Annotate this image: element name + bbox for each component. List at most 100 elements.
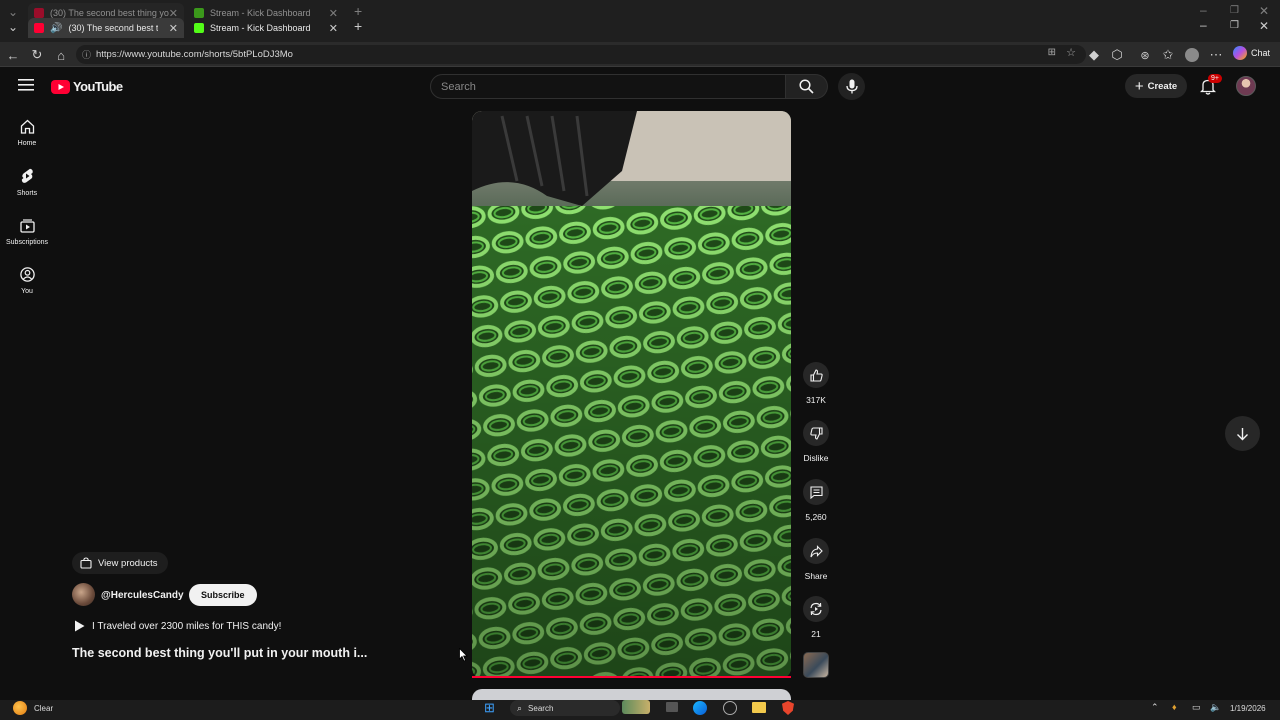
channel-avatar[interactable] — [72, 583, 95, 606]
sidebar-item-subscriptions[interactable]: Subscriptions — [0, 218, 54, 246]
tab-title: (30) The second best thing yo — [68, 23, 159, 33]
chevron-up-icon[interactable]: ⌃ — [1151, 702, 1159, 713]
windows-taskbar: Clear ⊞ ⌕ Search ⌃ ♦ ▭ 🔈 1/19/2026 — [0, 700, 1280, 720]
close-icon[interactable]: ✕ — [169, 22, 178, 35]
close-window-icon[interactable]: ✕ — [1259, 19, 1269, 33]
favorite-star-icon[interactable]: ☆ — [1066, 46, 1076, 59]
site-info-icon[interactable]: ⓘ — [82, 48, 91, 61]
restore-icon[interactable]: ❐ — [1230, 20, 1239, 31]
sidebar-item-you[interactable]: You — [0, 267, 54, 295]
copilot-chat-button[interactable]: Chat — [1233, 46, 1270, 60]
thumbs-down-icon — [809, 426, 823, 440]
tab-title: Stream - Kick Dashboard — [210, 23, 311, 33]
youtube-favicon-icon — [34, 8, 44, 18]
voice-search-button[interactable] — [838, 73, 865, 100]
file-explorer-icon[interactable] — [752, 702, 766, 713]
microphone-icon — [845, 79, 858, 94]
dislike-label: Dislike — [803, 453, 829, 463]
favorites-icon[interactable]: ✩ — [1159, 46, 1177, 64]
home-browser-icon[interactable]: ⌂ — [52, 46, 70, 64]
remix-button[interactable] — [803, 596, 829, 622]
sidebar-item-label: Home — [17, 140, 37, 147]
tab-actions-icon[interactable]: ⌄ — [8, 20, 18, 34]
share-label: Share — [804, 571, 828, 581]
search-button[interactable] — [786, 74, 828, 99]
tab-youtube[interactable]: 🔊 (30) The second best thing yo ✕ — [28, 18, 184, 38]
youtube-logo-icon — [51, 79, 70, 94]
tray-app-icon[interactable]: ♦ — [1172, 702, 1177, 712]
logo-text: YouTube — [73, 79, 123, 94]
sound-thumbnail[interactable] — [803, 652, 829, 678]
linked-video-title: I Traveled over 2300 miles for THIS cand… — [92, 620, 282, 632]
app-available-icon[interactable]: ⊞ — [1048, 47, 1056, 58]
new-tab-icon[interactable]: + — [354, 3, 362, 19]
clock-app-icon[interactable] — [723, 701, 737, 715]
comments-button[interactable] — [803, 479, 829, 505]
extensions-puzzle-icon[interactable]: ⬡ — [1108, 46, 1126, 64]
display-icon[interactable]: ▭ — [1192, 702, 1201, 713]
profile-icon[interactable] — [1183, 46, 1201, 64]
view-products-button[interactable]: View products — [72, 552, 168, 574]
new-tab-icon[interactable]: + — [354, 18, 362, 34]
start-icon[interactable]: ⊞ — [484, 700, 495, 716]
more-menu-icon[interactable]: ⋯ — [1207, 46, 1225, 64]
edge-browser-icon[interactable] — [693, 701, 707, 715]
sidebar-item-home[interactable]: Home — [0, 119, 54, 147]
close-window-icon[interactable]: ✕ — [1259, 4, 1269, 18]
short-title[interactable]: The second best thing you'll put in your… — [72, 646, 367, 660]
create-button[interactable]: + Create — [1125, 74, 1187, 98]
search-input[interactable]: Search — [430, 74, 786, 99]
weather-icon[interactable] — [13, 701, 27, 715]
candy-video-frame — [472, 111, 791, 678]
share-icon — [809, 544, 823, 557]
avatar[interactable] — [1236, 76, 1256, 96]
url-field[interactable]: ⓘ https://www.youtube.com/shorts/5btPLoD… — [76, 45, 1086, 64]
tab-title: Stream - Kick Dashboard — [210, 8, 311, 18]
browser-address-bar: ← ↻ ⌂ ⓘ https://www.youtube.com/shorts/5… — [0, 42, 1280, 67]
search-icon — [799, 79, 814, 94]
hamburger-menu-icon[interactable] — [18, 78, 34, 97]
sidebar-item-label: You — [21, 288, 33, 295]
back-icon[interactable]: ← — [4, 46, 22, 64]
like-count: 317K — [806, 395, 826, 405]
taskbar-date: 1/19/2026 — [1230, 704, 1266, 713]
notifications-button[interactable]: 9+ — [1199, 74, 1222, 100]
youtube-favicon-icon — [34, 23, 44, 33]
task-view-icon[interactable] — [666, 702, 678, 712]
like-button[interactable] — [803, 362, 829, 388]
shorts-icon — [21, 168, 33, 183]
subscribe-button[interactable]: Subscribe — [189, 584, 257, 606]
video-progress-bar[interactable] — [472, 676, 791, 678]
volume-icon[interactable]: 🔈 — [1210, 702, 1221, 713]
taskbar-search[interactable]: ⌕ Search — [510, 700, 620, 716]
browser-tab-strip: ⌄ (30) The second best thing yo ✕ Stream… — [0, 0, 1280, 42]
browser-essentials-icon[interactable]: ⊛ — [1136, 46, 1154, 64]
weather-label: Clear — [34, 704, 54, 713]
brave-browser-icon[interactable] — [782, 701, 794, 715]
share-button[interactable] — [803, 538, 829, 564]
next-short-button[interactable] — [1225, 416, 1260, 451]
remix-count: 21 — [811, 629, 821, 639]
audio-playing-icon[interactable]: 🔊 — [50, 23, 62, 34]
close-icon[interactable]: ✕ — [329, 22, 338, 35]
reload-icon[interactable]: ↻ — [28, 46, 46, 64]
widgets-icon[interactable] — [622, 700, 650, 714]
channel-name[interactable]: @HerculesCandy — [101, 590, 184, 601]
short-video-player[interactable] — [472, 111, 791, 678]
minimize-icon[interactable]: – — [1200, 18, 1207, 32]
create-label: Create — [1147, 80, 1178, 92]
remix-icon — [810, 602, 822, 616]
sidebar-item-shorts[interactable]: Shorts — [0, 168, 54, 197]
play-icon — [75, 620, 85, 632]
subscriptions-icon — [19, 219, 35, 233]
extension-icon[interactable]: ◆ — [1085, 46, 1103, 64]
youtube-logo[interactable]: YouTube — [51, 79, 123, 94]
restore-icon[interactable]: ❐ — [1230, 5, 1239, 16]
minimize-icon[interactable]: – — [1200, 3, 1207, 17]
tab-actions-icon[interactable]: ⌄ — [8, 5, 18, 19]
tab-kick[interactable]: Stream - Kick Dashboard ✕ — [188, 18, 344, 38]
linked-video-link[interactable]: I Traveled over 2300 miles for THIS cand… — [74, 620, 281, 632]
dislike-button[interactable] — [803, 420, 829, 446]
tab-row: ⌄ 🔊 (30) The second best thing yo ✕ Stre… — [0, 18, 1280, 38]
shopping-bag-icon — [80, 557, 92, 569]
